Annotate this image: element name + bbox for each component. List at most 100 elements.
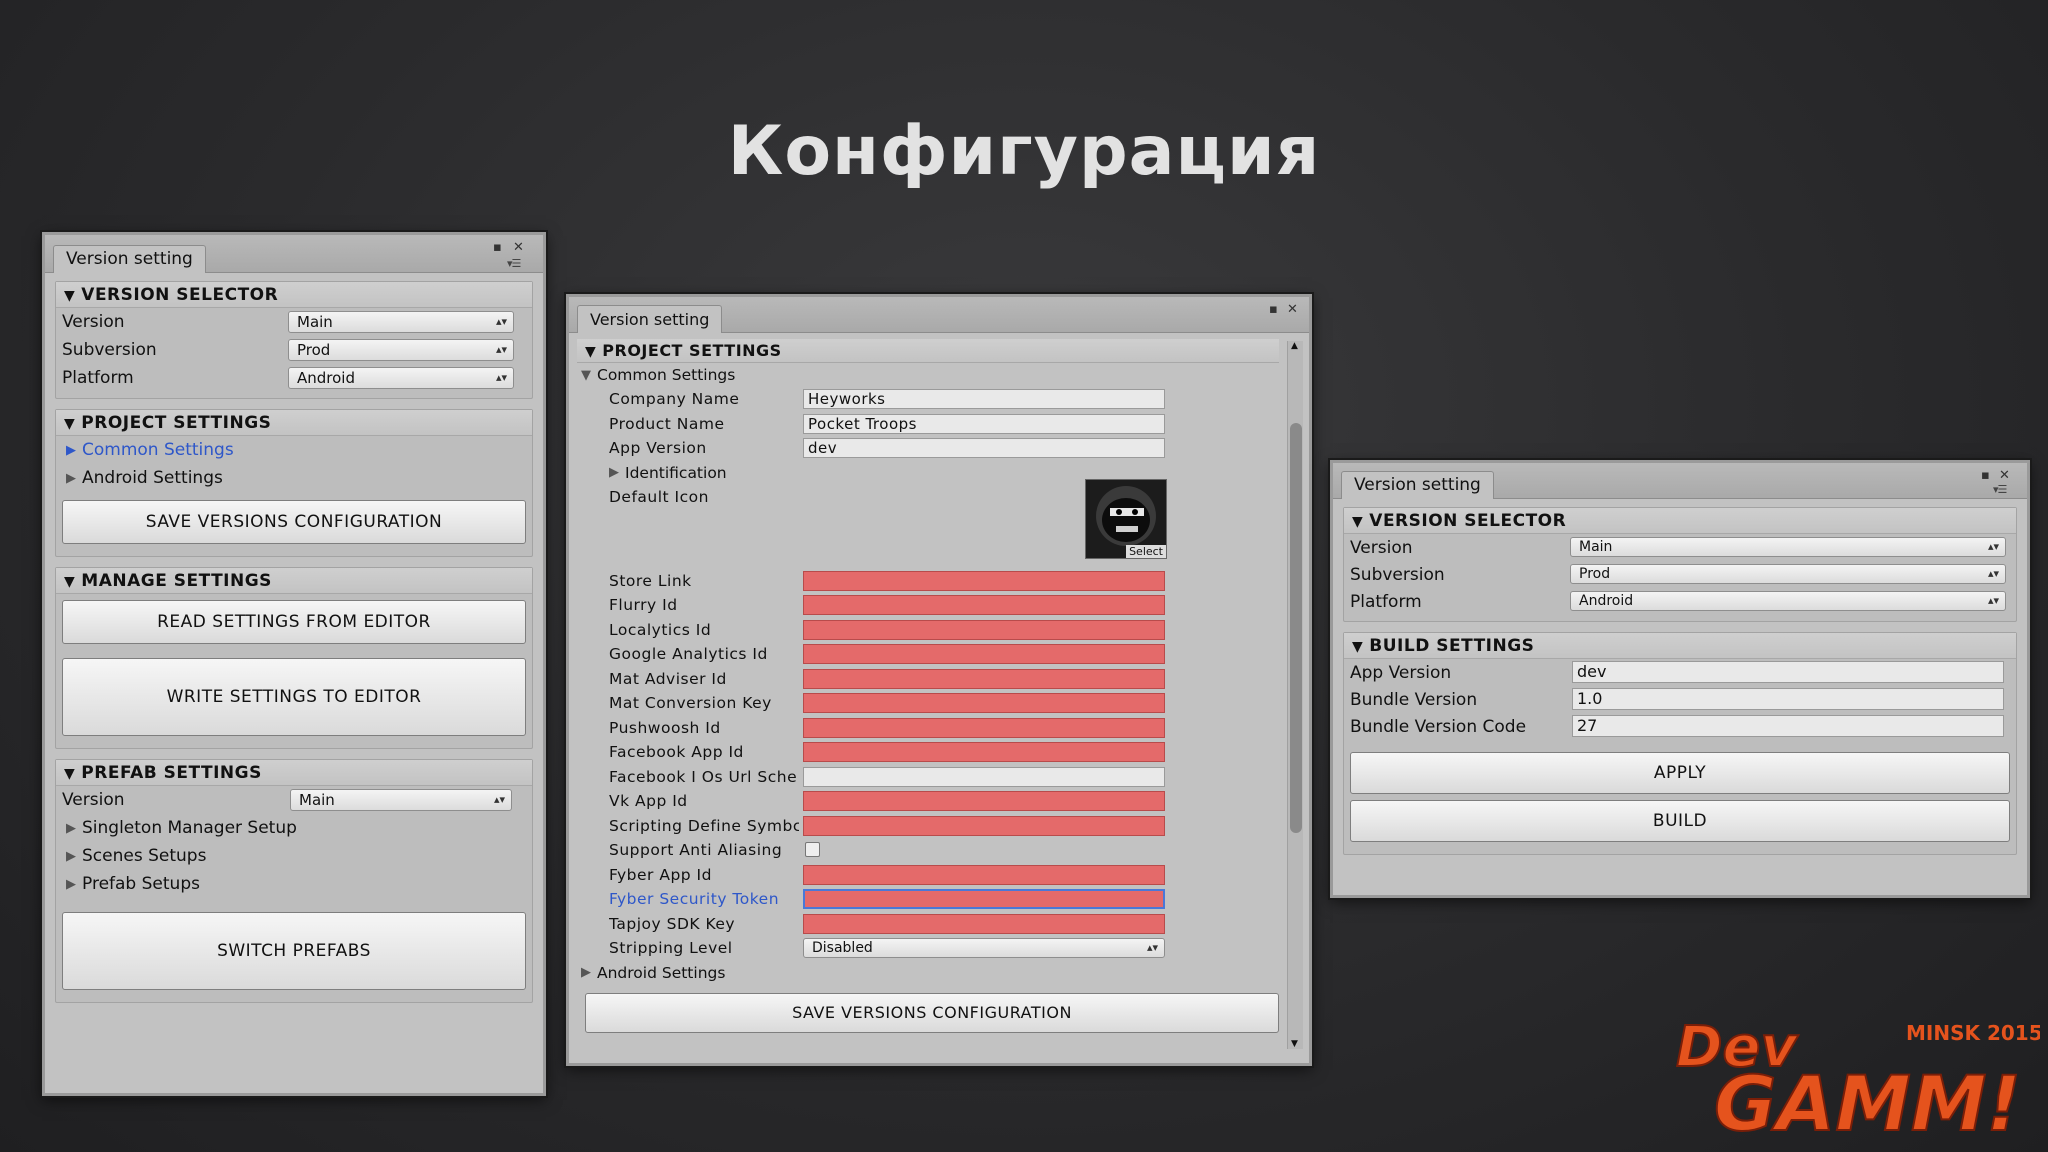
section-header[interactable]: ▼ PREFAB SETTINGS xyxy=(56,760,532,786)
version-row: Version Main ▴▾ xyxy=(1344,534,2016,561)
close-icon[interactable]: ✕ xyxy=(1287,303,1298,316)
common-settings-foldout[interactable]: ▼ Common Settings xyxy=(577,363,1279,387)
scroll-thumb[interactable] xyxy=(1290,423,1302,833)
pushwoosh-row: Pushwoosh Id xyxy=(577,716,1279,741)
fyber-app-field[interactable] xyxy=(803,864,1165,885)
version-dropdown[interactable]: Main ▴▾ xyxy=(1570,537,2006,557)
dropdown-arrows-icon: ▴▾ xyxy=(1987,540,1999,553)
field-label: Localytics Id xyxy=(609,620,712,639)
save-versions-button[interactable]: SAVE VERSIONS CONFIGURATION xyxy=(585,992,1279,1033)
scenes-setups-foldout[interactable]: ▶ Scenes Setups xyxy=(56,842,532,870)
version-label: Version xyxy=(62,790,125,810)
window-body: ▼ VERSION SELECTOR Version Main ▴▾ Subvers… xyxy=(1333,499,2027,873)
android-settings-foldout[interactable]: ▶ Android Settings xyxy=(577,961,1279,985)
fyber-token-field[interactable] xyxy=(803,889,1165,909)
build-button[interactable]: BUILD xyxy=(1350,800,2010,842)
apply-button[interactable]: APPLY xyxy=(1350,752,2010,794)
stripping-level-dropdown[interactable]: Disabled ▴▾ xyxy=(803,938,1165,958)
vertical-scrollbar[interactable]: ▲ ▼ xyxy=(1287,341,1303,1049)
platform-label: Platform xyxy=(1350,591,1422,612)
section-header[interactable]: ▼ VERSION SELECTOR xyxy=(1344,508,2016,534)
tapjoy-row: Tapjoy SDK Key xyxy=(577,912,1279,937)
collapse-triangle-icon: ▼ xyxy=(585,344,597,360)
identification-foldout[interactable]: ▶ Identification xyxy=(577,461,1279,485)
version-dropdown[interactable]: Main ▴▾ xyxy=(288,311,514,333)
product-name-field[interactable]: Pocket Troops xyxy=(803,413,1165,434)
collapse-triangle-icon: ▼ xyxy=(64,574,76,590)
project-settings-header[interactable]: ▼ PROJECT SETTINGS xyxy=(577,339,1279,363)
app-version-field[interactable]: dev xyxy=(803,438,1165,458)
expand-triangle-icon: ▶ xyxy=(66,876,76,892)
android-settings-foldout[interactable]: ▶ Android Settings xyxy=(56,464,532,492)
vk-app-field[interactable] xyxy=(803,791,1165,811)
foldout-label: Identification xyxy=(625,463,727,482)
google-analytics-field[interactable] xyxy=(803,644,1165,664)
company-name-field[interactable]: Heyworks xyxy=(803,389,1165,409)
foldout-label: Common Settings xyxy=(82,440,234,460)
window-tab[interactable]: Version setting xyxy=(53,245,206,273)
expanded-triangle-icon: ▼ xyxy=(581,367,591,383)
collapse-triangle-icon: ▼ xyxy=(64,288,76,304)
close-icon[interactable]: ✕ xyxy=(1999,469,2010,482)
app-version-field[interactable]: dev xyxy=(1572,661,2004,683)
scroll-up-icon[interactable]: ▲ xyxy=(1291,341,1298,351)
icon-select-label[interactable]: Select xyxy=(1126,544,1166,558)
pushwoosh-field[interactable] xyxy=(803,717,1165,738)
maximize-icon[interactable]: ▪ xyxy=(493,241,502,254)
common-settings-foldout[interactable]: ▶ Common Settings xyxy=(56,436,532,464)
section-header[interactable]: ▼ VERSION SELECTOR xyxy=(56,282,532,308)
window-tab[interactable]: Version setting xyxy=(577,305,723,333)
field-label: Product Name xyxy=(609,414,725,433)
window-header: Version setting ▪ ✕ ▾☰ xyxy=(1333,463,2027,499)
dropdown-arrows-icon: ▴▾ xyxy=(1987,567,1999,580)
bundle-version-label: Bundle Version xyxy=(1350,689,1478,710)
save-versions-button[interactable]: SAVE VERSIONS CONFIGURATION xyxy=(62,500,526,544)
menu-icon[interactable]: ▾☰ xyxy=(507,257,521,270)
support-aa-checkbox[interactable] xyxy=(805,842,820,857)
field-label: Default Icon xyxy=(609,487,709,506)
store-link-field[interactable] xyxy=(803,570,1165,591)
scripting-define-field[interactable] xyxy=(803,815,1165,836)
foldout-label: Common Settings xyxy=(597,366,736,384)
maximize-icon[interactable]: ▪ xyxy=(1981,469,1990,482)
write-settings-button[interactable]: WRITE SETTINGS TO EDITOR xyxy=(62,658,526,736)
field-label: Vk App Id xyxy=(609,792,688,810)
facebook-app-field[interactable] xyxy=(803,742,1165,762)
default-icon-picker[interactable]: Select xyxy=(1085,478,1167,559)
platform-dropdown[interactable]: Android ▴▾ xyxy=(1570,591,2006,611)
field-label: Google Analytics Id xyxy=(609,645,768,663)
prefab-version-dropdown[interactable]: Main ▴▾ xyxy=(290,789,512,811)
maximize-icon[interactable]: ▪ xyxy=(1269,303,1278,316)
subversion-dropdown[interactable]: Prod ▴▾ xyxy=(1570,564,2006,584)
mat-adviser-field[interactable] xyxy=(803,668,1165,689)
section-title: VERSION SELECTOR xyxy=(1369,511,1567,531)
window-tab[interactable]: Version setting xyxy=(1341,471,1494,499)
window-header: Version setting ▪ ✕ xyxy=(569,297,1309,333)
app-version-row: App Version dev xyxy=(1344,659,2016,686)
platform-row: Platform Android ▴▾ xyxy=(1344,588,2016,615)
version-label: Version xyxy=(1350,537,1413,558)
platform-dropdown[interactable]: Android ▴▾ xyxy=(288,367,514,389)
switch-prefabs-button[interactable]: SWITCH PREFABS xyxy=(62,912,526,990)
section-header[interactable]: ▼ PROJECT SETTINGS xyxy=(56,410,532,436)
singleton-manager-foldout[interactable]: ▶ Singleton Manager Setup xyxy=(56,814,532,842)
close-icon[interactable]: ✕ xyxy=(513,241,524,254)
scroll-down-icon[interactable]: ▼ xyxy=(1291,1039,1298,1049)
field-label: Fyber Security Token xyxy=(609,890,780,908)
subversion-dropdown[interactable]: Prod ▴▾ xyxy=(288,339,514,361)
bundle-version-field[interactable]: 1.0 xyxy=(1572,688,2004,710)
section-title: PROJECT SETTINGS xyxy=(81,413,272,433)
dropdown-arrows-icon: ▴▾ xyxy=(1146,941,1158,954)
menu-icon[interactable]: ▾☰ xyxy=(1993,483,2007,496)
tapjoy-field[interactable] xyxy=(803,913,1165,934)
support-aa-row: Support Anti Aliasing xyxy=(577,838,1279,863)
prefab-setups-foldout[interactable]: ▶ Prefab Setups xyxy=(56,870,532,898)
mat-conversion-field[interactable] xyxy=(803,693,1165,713)
section-header[interactable]: ▼ BUILD SETTINGS xyxy=(1344,633,2016,659)
localytics-id-field[interactable] xyxy=(803,619,1165,640)
section-header[interactable]: ▼ MANAGE SETTINGS xyxy=(56,568,532,594)
facebook-ios-field[interactable] xyxy=(803,766,1165,787)
read-settings-button[interactable]: READ SETTINGS FROM EDITOR xyxy=(62,600,526,644)
flurry-id-field[interactable] xyxy=(803,595,1165,615)
bundle-code-field[interactable]: 27 xyxy=(1572,715,2004,737)
